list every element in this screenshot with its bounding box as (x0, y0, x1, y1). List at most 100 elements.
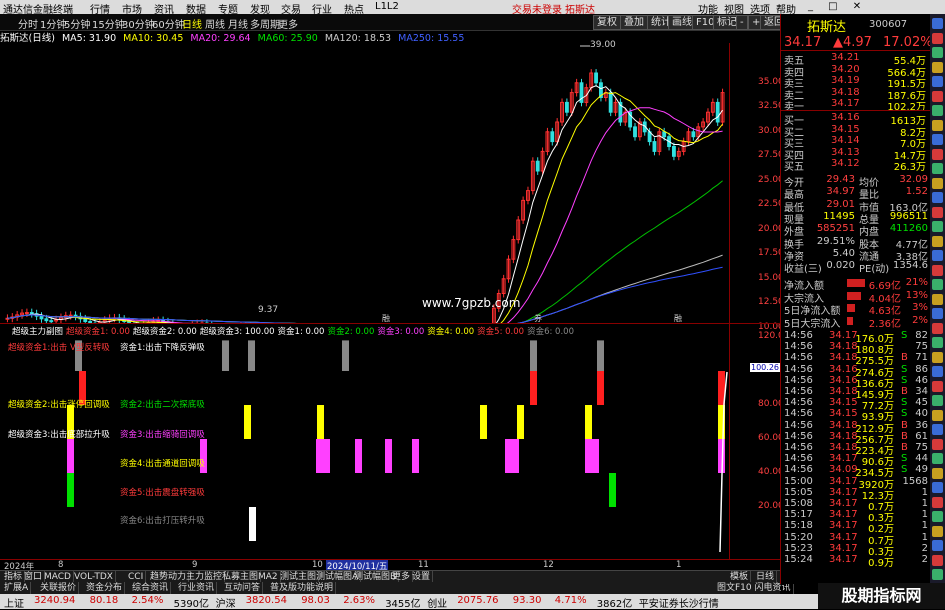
sidebar-tool-icon[interactable] (932, 352, 943, 363)
tick-price: 34.17 (829, 330, 858, 341)
sidebar-tool-icon[interactable] (932, 91, 943, 102)
sidebar-tool-icon[interactable] (932, 18, 943, 29)
sidebar-tool-icon[interactable] (932, 47, 943, 58)
sidebar-tool-icon[interactable] (932, 294, 943, 305)
tick-time: 15:17 (784, 509, 813, 520)
period-more[interactable]: 更多 (278, 16, 298, 31)
tick-price: 34.17 (829, 554, 858, 565)
sidebar-tool-icon[interactable] (932, 178, 943, 189)
sidebar-tool-icon[interactable] (932, 279, 943, 290)
tick-price: 34.17 (829, 487, 858, 498)
period-5min[interactable]: 5分钟 (64, 16, 90, 31)
subchart-name: 超级主力副图 (12, 327, 63, 337)
ticker-item: 3820.54 (246, 595, 287, 606)
menu-l1l2[interactable]: L1L2 (375, 1, 399, 12)
period-30min[interactable]: 30分钟 (122, 16, 155, 31)
ticker-item: 80.18 (90, 595, 119, 606)
info-tab[interactable]: 行业资讯 (176, 582, 217, 594)
sidebar-tool-icon[interactable] (932, 163, 943, 174)
candle (69, 315, 72, 316)
sidebar-tool-icon[interactable] (932, 424, 943, 435)
sidebar-tool-icon[interactable] (932, 468, 943, 479)
signal-bar (67, 473, 74, 507)
period-multi[interactable]: 多周期 (250, 16, 280, 31)
sidebar-tool-icon[interactable] (932, 33, 943, 44)
candle (609, 93, 612, 113)
signal-bar (609, 473, 616, 507)
subchart-current-value: 100.26 (750, 363, 780, 372)
ticker-item: 2.63% (343, 595, 375, 606)
sidebar-tool-icon[interactable] (932, 511, 943, 522)
candle (692, 132, 695, 137)
sidebar-tool-icon[interactable] (932, 207, 943, 218)
sidebar-tool-icon[interactable] (932, 120, 943, 131)
tick-time: 15:20 (784, 532, 813, 543)
kline-chart[interactable]: 35.0032.5030.0027.5025.0022.5020.0017.50… (0, 43, 780, 323)
sidebar-tool-icon[interactable] (932, 366, 943, 377)
sidebar-tool-icon[interactable] (932, 323, 943, 334)
sidebar-tool-icon[interactable] (932, 497, 943, 508)
sidebar-tool-icon[interactable] (932, 439, 943, 450)
sidebar-tool-icon[interactable] (932, 221, 943, 232)
ma-line (7, 255, 722, 323)
tick-price: 34.16 (829, 375, 858, 386)
tick-time: 15:08 (784, 498, 813, 509)
sidebar-tool-icon[interactable] (932, 540, 943, 551)
subchart-value: 资金6: 0.00 (527, 327, 574, 337)
info-tab[interactable]: 资金分布 (84, 582, 125, 594)
info-tab[interactable]: 扩展A (2, 582, 31, 594)
tick-time: 14:56 (784, 408, 813, 419)
period-daily[interactable]: 日线 (182, 16, 202, 31)
candle (84, 319, 87, 322)
tick-list[interactable]: 14:5634.17176.0万S8214:5634.18180.8万7514:… (781, 330, 931, 580)
sidebar-tool-icon[interactable] (932, 265, 943, 276)
info-tab[interactable]: 普及版功能说明 (268, 582, 336, 594)
sidebar-tool-icon[interactable] (932, 381, 943, 392)
sidebar-tool-icon[interactable] (932, 236, 943, 247)
signal-bar (517, 405, 524, 439)
flow-pct: 3% (912, 302, 928, 313)
signal-bar (342, 340, 349, 371)
sidebar-tool-icon[interactable] (932, 526, 943, 537)
sidebar-tool-icon[interactable] (932, 308, 943, 319)
sidebar-tool-icon[interactable] (932, 395, 943, 406)
sidebar-tool-icon[interactable] (932, 250, 943, 261)
indicator-subchart[interactable]: 超级主力副图超级资金1: 0.00超级资金2: 0.00超级资金3: 100.0… (0, 323, 780, 560)
sidebar-tool-icon[interactable] (932, 337, 943, 348)
tick-count: 34 (915, 386, 928, 397)
sidebar-tool-icon[interactable] (932, 149, 943, 160)
tick-price: 34.17 (829, 543, 858, 554)
period-weekly[interactable]: 周线 (205, 16, 225, 31)
tick-time: 14:56 (784, 375, 813, 386)
stock-stats: 今开29.43均价32.09最高34.97量比1.52最低29.01市值163.… (781, 174, 931, 274)
info-tab[interactable]: 综合资讯 (130, 582, 171, 594)
sidebar-tool-icon[interactable] (932, 134, 943, 145)
order-book: 卖五34.2155.4万卖四34.20566.4万卖三34.19191.5万卖二… (781, 52, 931, 172)
period-15min[interactable]: 15分钟 (92, 16, 125, 31)
window-controls[interactable]: _ □ ✕ (808, 1, 867, 12)
period-intraday[interactable]: 分时 (18, 16, 38, 31)
sidebar-tool-icon[interactable] (932, 569, 943, 580)
sidebar-tool-icon[interactable] (932, 555, 943, 566)
sidebar-tool-icon[interactable] (932, 62, 943, 73)
info-tab[interactable]: 互动问答 (222, 582, 263, 594)
period-1min[interactable]: 1分钟 (40, 16, 66, 31)
period-monthly[interactable]: 月线 (228, 16, 248, 31)
candle (30, 313, 33, 314)
info-tab[interactable]: 关联报价 (38, 582, 79, 594)
sidebar-tool-icon[interactable] (932, 76, 943, 87)
tick-time: 14:56 (784, 386, 813, 397)
sidebar-tool-icon[interactable] (932, 192, 943, 203)
sidebar-tool-icon[interactable] (932, 105, 943, 116)
signal-bar (585, 405, 592, 439)
sidebar-tool-icon[interactable] (932, 410, 943, 421)
sidebar-tool-icon[interactable] (932, 482, 943, 493)
sidebar-tool-icon[interactable] (932, 453, 943, 464)
subchart-header: 超级主力副图超级资金1: 0.00超级资金2: 0.00超级资金3: 100.0… (12, 325, 577, 337)
tick-count: 1 (922, 487, 928, 498)
stat-label: PE(动) (859, 260, 889, 275)
overlay-button[interactable]: 叠加 (620, 15, 648, 30)
zoom-out-button[interactable]: - (736, 15, 748, 30)
period-60min[interactable]: 60分钟 (152, 16, 185, 31)
adjust-button[interactable]: 复权 (593, 15, 621, 30)
